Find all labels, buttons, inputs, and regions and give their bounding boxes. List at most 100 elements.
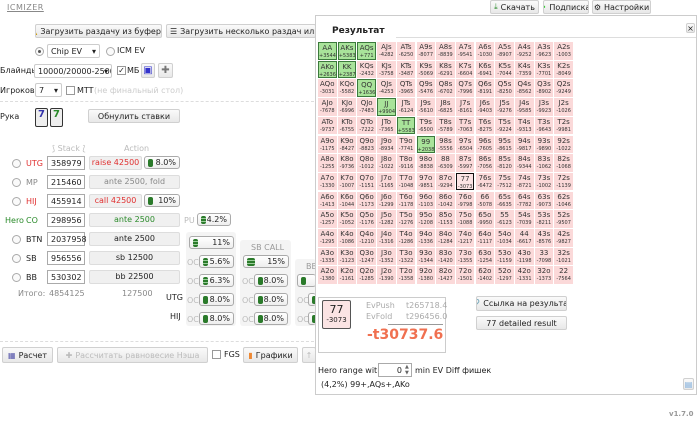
hand-cell[interactable]: J3s -9923 [534,98,554,116]
hand-cell[interactable]: J7s -8161 [455,98,475,116]
hand-cell[interactable]: 82s -1068 [554,154,573,172]
hand-cell[interactable]: K5o -1052 [337,210,357,228]
hand-cell[interactable]: K3o -1123 [337,247,357,266]
hand-cell[interactable]: AA +3544 [318,42,337,60]
hand-cell[interactable]: Q4s -8562 [515,79,534,97]
hand-cell[interactable]: T2o -1358 [396,266,416,284]
hand-cell[interactable]: 43s -8576 [534,229,554,247]
hand-cell[interactable]: Q9o -8823 [357,135,376,154]
hand-cell[interactable]: T7o -1048 [396,172,416,191]
hand-cell[interactable]: 63o -1254 [475,247,495,266]
app-title[interactable]: ICMIZER [7,3,44,12]
hand-cell[interactable]: J9s -5610 [416,98,435,116]
stack-input[interactable]: 455914 [47,194,85,208]
hand-cell[interactable]: 42s -9827 [554,229,573,247]
hand-cell[interactable]: AKs +5383 [337,42,357,60]
icm-ev-radio[interactable] [106,47,115,56]
blinds-select[interactable]: 10000/20000-2500 [34,64,112,78]
hand-cell[interactable]: AQo -3031 [318,79,337,97]
hand-cell[interactable]: Q4o -1210 [357,229,376,247]
btn-range-bar[interactable]: 8.0% [199,293,234,306]
hand-cell[interactable]: A8o -1255 [318,154,337,172]
hand-cell[interactable]: K7o -1007 [337,172,357,191]
hand-cell[interactable]: JTo -7365 [377,116,396,135]
hand-cell[interactable]: 94s -9817 [515,135,534,154]
hero-select-radio[interactable] [12,254,21,263]
hand-cell[interactable]: J5o -1282 [377,210,396,228]
hand-cell[interactable]: T9s -6500 [416,116,435,135]
hand-cell[interactable]: Q6s -8191 [475,79,495,97]
hand-cell[interactable]: T9o -7741 [396,135,416,154]
hand-cell[interactable]: 98o -8838 [416,154,435,172]
hand-cell[interactable]: A6o -1413 [318,191,337,210]
hand-cell[interactable]: AJs -4282 [377,42,396,60]
stack-input[interactable]: 215460 [47,175,85,189]
hero-select-radio[interactable] [12,159,21,168]
btn-range-bar[interactable]: 6.3% [199,274,234,287]
hand-cell[interactable]: Q2o -1285 [357,266,376,284]
hand-cell[interactable]: 99 +2038 [416,135,435,154]
hand-cell[interactable]: JTs -6124 [396,98,416,116]
action-button[interactable]: ante 2500, fold [89,175,180,189]
hand-cell[interactable]: Q5o -1176 [357,210,376,228]
hand-cell[interactable]: 76o -9798 [455,191,475,210]
btn-range-bar[interactable]: 8.0% [199,312,234,325]
bb-range-bar[interactable] [297,274,316,287]
load-many-button[interactable]: ☰Загрузить несколько раздач или тур [166,24,316,38]
range-bar[interactable]: 4.2% [197,213,231,226]
hand-cell[interactable]: TT +5583 [396,116,416,135]
hand-cell[interactable]: 86s -7056 [475,154,495,172]
hand-cell[interactable]: Q7s -7996 [455,79,475,97]
hand-cell[interactable]: KTs -3487 [396,60,416,79]
hero-select-radio[interactable] [12,235,21,244]
hand-cell[interactable]: Q6o -1173 [357,191,376,210]
players-select[interactable]: 7 [35,83,62,97]
chip-ev-select[interactable]: Chip EV [47,44,100,58]
stack-input[interactable]: 2037958 [47,232,87,246]
hand-cell[interactable]: 85o -1153 [436,210,455,228]
hand-cell[interactable]: 77 -3073 [455,172,475,191]
fgs-checkbox[interactable] [212,350,221,359]
hand-cell[interactable]: Q7o -1151 [357,172,376,191]
hand-cell[interactable]: 64o -1117 [475,229,495,247]
action-button[interactable]: bb 22500 [89,270,180,284]
hand-cell[interactable]: 95s -8615 [495,135,514,154]
hand-cell[interactable]: T4s -9313 [515,116,534,135]
hand-cell[interactable]: KQs -2432 [357,60,376,79]
hand-cell[interactable]: A5o -1257 [318,210,337,228]
settings-button[interactable]: ⚙ Настройки [592,0,651,14]
hand-cell[interactable]: KTo -6755 [337,116,357,135]
stack-input[interactable]: 298956 [47,213,85,227]
charts-button[interactable]: ▮ Графики [243,347,298,363]
hand-cell[interactable]: AKo +2636 [318,60,337,79]
download-button[interactable]: ⤓ Скачать [490,0,539,14]
hand-cell[interactable]: 66 -5078 [475,191,495,210]
hand-cell[interactable]: ATs -6250 [396,42,416,60]
nash-button[interactable]: ✚ Рассчитать равновесие Нэша [57,347,208,363]
hand-cell[interactable]: A2s -1003 [554,42,573,60]
hand-cell[interactable]: ATo -9737 [318,116,337,135]
hand-cell[interactable]: KJs -3758 [377,60,396,79]
sb-call-range-bar[interactable]: 8.0% [254,312,288,325]
hand-cell[interactable]: Q8o -1012 [357,154,376,172]
range-bar[interactable]: 8.0% [144,156,180,169]
hand-cell[interactable]: J2s -1026 [554,98,573,116]
hand-cell[interactable]: 74s -8721 [515,172,534,191]
hand-cell[interactable]: 54o -1034 [495,229,514,247]
copy-document-icon[interactable]: ▤ [683,378,694,390]
hand-cell[interactable]: 52s -9507 [554,210,573,228]
save-icon[interactable]: ▣ [141,63,155,78]
hand-cell[interactable]: J5s -9276 [495,98,514,116]
hand-cell[interactable]: A2o -1380 [318,266,337,284]
hand-cell[interactable]: 84o -1284 [436,229,455,247]
hand-cell[interactable]: J7o -1165 [377,172,396,191]
hand-cell[interactable]: 88 -6309 [436,154,455,172]
hand-cell[interactable]: A7o -1330 [318,172,337,191]
hand-cell[interactable]: T3o -1322 [396,247,416,266]
hand-cell[interactable]: 85s -8120 [495,154,514,172]
hand-cell[interactable]: Q3s -8902 [534,79,554,97]
hand-cell[interactable]: 53s -8211 [534,210,554,228]
result-link-button[interactable]: 🔗Ссылка на результат [476,296,567,311]
hand-cell[interactable]: KQo -5582 [337,79,357,97]
hand-cell[interactable]: QJo -7483 [357,98,376,116]
